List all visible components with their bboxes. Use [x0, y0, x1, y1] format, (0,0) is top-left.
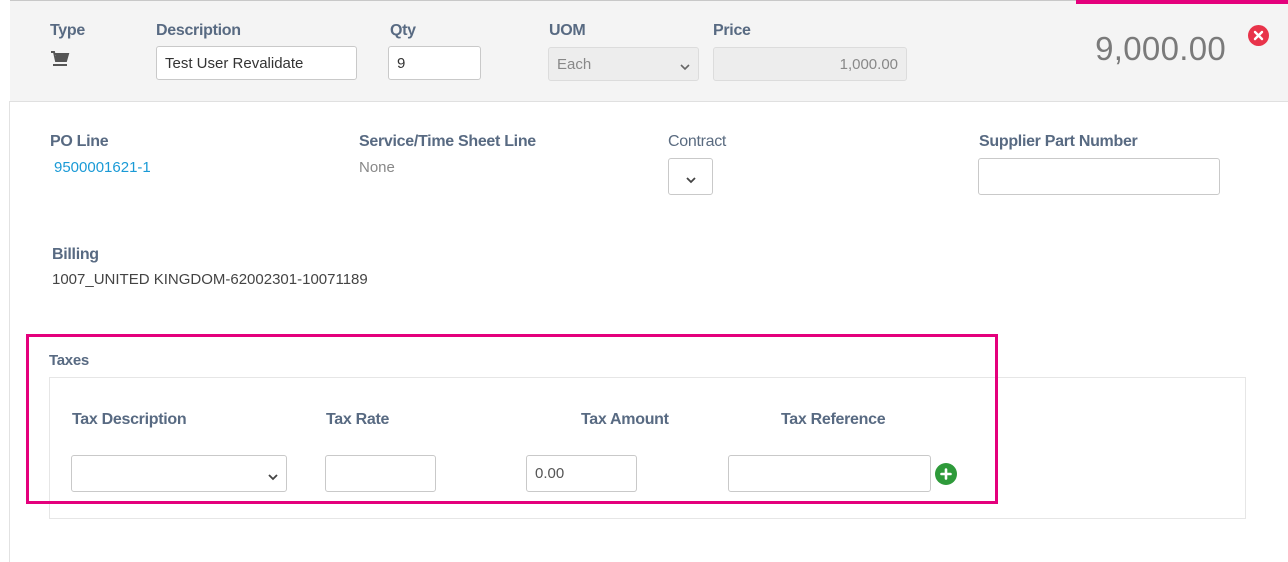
qty-input[interactable]: 9: [388, 46, 481, 80]
service-timesheet-value: None: [359, 159, 395, 176]
supplier-part-number-input[interactable]: [978, 158, 1220, 195]
tax-amount-input[interactable]: 0.00: [526, 455, 637, 492]
supplier-part-number-label: Supplier Part Number: [979, 133, 1138, 150]
billing-value: 1007_UNITED KINGDOM-62002301-10071189: [52, 271, 368, 288]
description-input[interactable]: Test User Revalidate: [156, 46, 357, 80]
contract-label: Contract: [668, 133, 727, 150]
type-label: Type: [50, 22, 85, 39]
uom-select-value: Each: [557, 55, 592, 73]
highlight-accent-bar: [1076, 0, 1288, 4]
tax-description-select[interactable]: [71, 455, 287, 492]
tax-amount-label: Tax Amount: [581, 411, 669, 428]
tax-reference-label: Tax Reference: [781, 411, 886, 428]
billing-label: Billing: [52, 246, 99, 263]
chevron-down-icon: [680, 59, 690, 71]
price-label: Price: [713, 22, 751, 39]
qty-input-value: 9: [397, 54, 406, 72]
contract-select[interactable]: [668, 158, 713, 195]
service-timesheet-label: Service/Time Sheet Line: [359, 133, 536, 150]
left-border: [9, 101, 10, 562]
plus-circle-icon[interactable]: [935, 463, 957, 485]
tax-rate-label: Tax Rate: [326, 411, 390, 428]
description-label: Description: [156, 22, 241, 39]
tax-rate-input[interactable]: [325, 455, 436, 492]
tax-amount-value: 0.00: [535, 465, 565, 482]
close-circle-icon[interactable]: [1248, 25, 1269, 46]
line-total: 9,000.00: [1095, 30, 1226, 67]
uom-label: UOM: [549, 22, 586, 39]
chevron-down-icon: [268, 469, 278, 480]
description-input-value: Test User Revalidate: [165, 54, 304, 72]
po-line-link[interactable]: 9500001621-1: [54, 159, 151, 176]
tax-reference-input[interactable]: [728, 455, 931, 492]
price-input-value: 1,000.00: [839, 55, 898, 73]
uom-select[interactable]: Each: [548, 47, 699, 81]
po-line-label: PO Line: [50, 133, 109, 150]
taxes-section-label: Taxes: [49, 352, 89, 369]
qty-label: Qty: [390, 22, 416, 39]
cart-icon: [50, 50, 70, 73]
chevron-down-icon: [685, 172, 696, 183]
tax-description-label: Tax Description: [72, 411, 187, 428]
price-input: 1,000.00: [713, 47, 907, 81]
